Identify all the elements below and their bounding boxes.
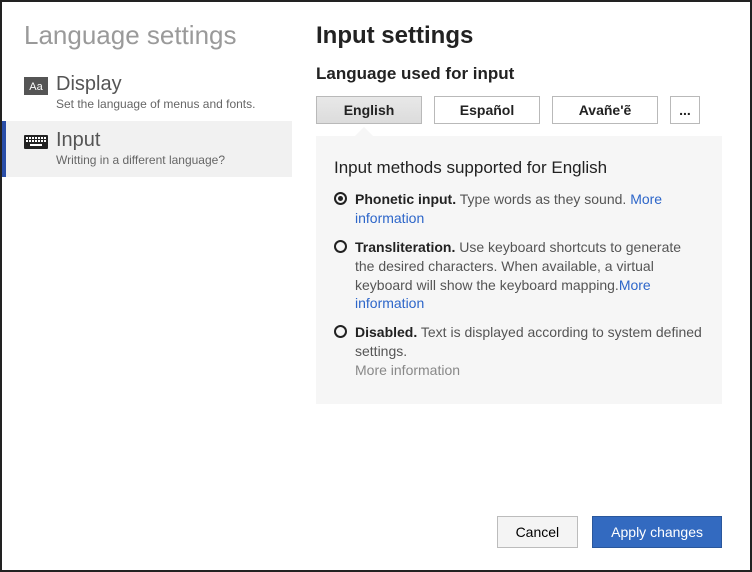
nav-label: Input [56, 129, 225, 151]
option-transliteration[interactable]: Transliteration. Use keyboard shortcuts … [334, 238, 704, 314]
radio-icon [334, 240, 347, 253]
option-disabled[interactable]: Disabled. Text is displayed according to… [334, 323, 704, 380]
more-info-text: More information [355, 362, 460, 378]
display-aa-icon: Aa [24, 77, 48, 95]
tab-espanol[interactable]: Español [434, 96, 540, 124]
apply-button[interactable]: Apply changes [592, 516, 722, 548]
settings-window: Language settings Aa Display Set the lan… [0, 0, 752, 572]
page-title: Input settings [316, 22, 722, 50]
option-label: Disabled. [355, 324, 417, 340]
tab-avane[interactable]: Avañe'ẽ [552, 96, 658, 124]
option-desc: Type words as they sound. [460, 191, 630, 207]
nav-label: Display [56, 73, 255, 95]
option-label: Transliteration. [355, 239, 455, 255]
sidebar-item-input[interactable]: Input Writting in a different language? [2, 121, 292, 177]
footer-actions: Cancel Apply changes [497, 516, 722, 548]
section-title: Language used for input [316, 64, 722, 84]
cancel-button[interactable]: Cancel [497, 516, 579, 548]
nav-desc: Set the language of menus and fonts. [56, 97, 255, 111]
tab-english[interactable]: English [316, 96, 422, 124]
tab-more[interactable]: ... [670, 96, 700, 124]
svg-text:Aa: Aa [29, 81, 43, 93]
sidebar: Language settings Aa Display Set the lan… [2, 2, 292, 570]
panel-title: Input methods supported for English [334, 158, 704, 178]
keyboard-icon [24, 133, 48, 151]
option-phonetic[interactable]: Phonetic input. Type words as they sound… [334, 190, 704, 228]
sidebar-title: Language settings [2, 20, 292, 65]
main-content: Input settings Language used for input E… [292, 2, 750, 570]
sidebar-item-display[interactable]: Aa Display Set the language of menus and… [2, 65, 292, 121]
language-tabs: English Español Avañe'ẽ ... [316, 96, 722, 124]
nav-desc: Writting in a different language? [56, 153, 225, 167]
radio-icon [334, 325, 347, 338]
input-methods-panel: Input methods supported for English Phon… [316, 136, 722, 404]
option-label: Phonetic input. [355, 191, 456, 207]
radio-icon [334, 192, 347, 205]
